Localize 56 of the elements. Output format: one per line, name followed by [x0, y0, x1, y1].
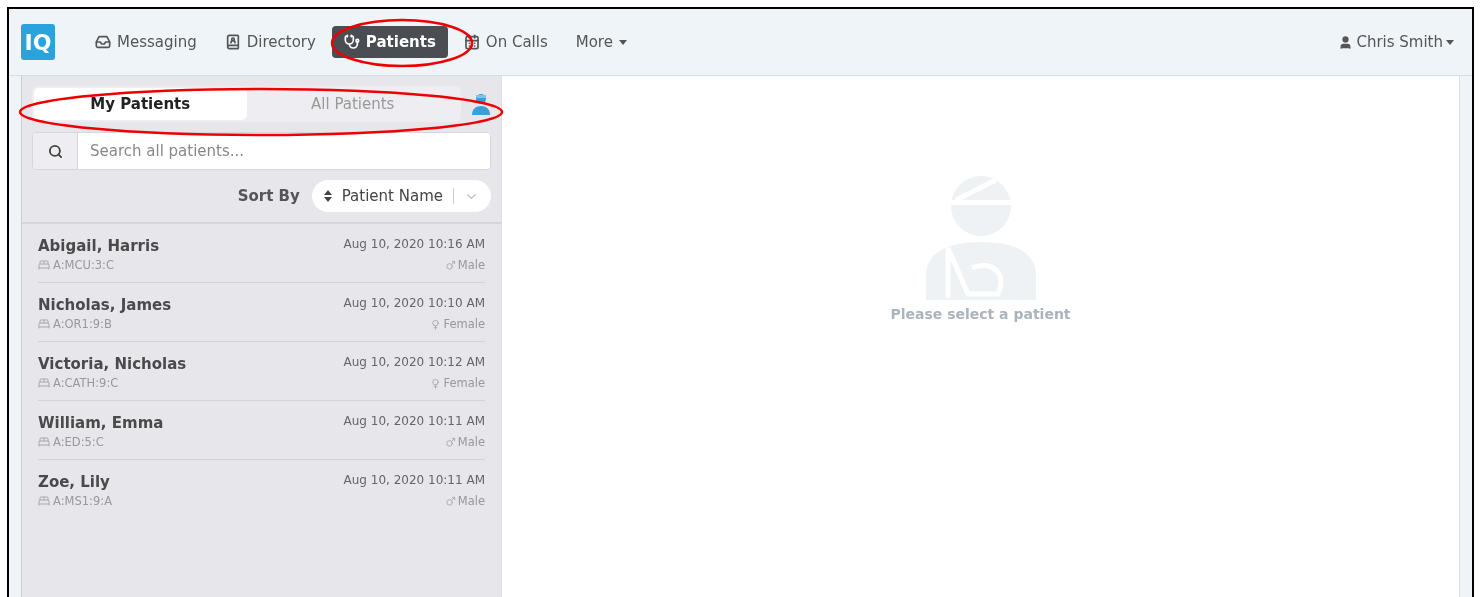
patient-name: Abigail, Harris [38, 237, 161, 255]
patient-row[interactable]: William, Emma Aug 10, 2020 10:11 AM A:ED:5:C Male [38, 401, 485, 460]
nav-tab[interactable]: On Calls [451, 26, 560, 58]
patient-row[interactable]: Nicholas, James Aug 10, 2020 10:10 AM A:OR1:9:B Female [38, 283, 485, 342]
admit-time: Aug 10, 2020 10:12 AM [343, 355, 485, 371]
inbox-icon [95, 34, 111, 50]
female-icon [430, 377, 442, 389]
nav-tab[interactable]: Directory [212, 26, 328, 58]
search-field[interactable]: Search all patients... [32, 132, 491, 170]
bed-location: A:CATH:9:C [53, 376, 119, 390]
patient-name: William, Emma [38, 414, 165, 432]
bed-icon [38, 436, 50, 448]
calendar-icon [463, 34, 480, 50]
patient-sex: Female [443, 376, 485, 390]
nav-tab[interactable]: More [563, 26, 639, 58]
male-icon [444, 436, 456, 448]
bed-location: A:ED:5:C [53, 435, 104, 449]
female-icon [430, 318, 442, 330]
patient-sex: Male [457, 258, 485, 272]
male-icon [444, 259, 456, 271]
user-icon [1338, 34, 1354, 50]
bed-location: A:MCU:3:C [53, 258, 114, 272]
patient-row[interactable]: Abigail, Harris Aug 10, 2020 10:16 AM A:MCU:3:C Male [38, 224, 485, 283]
bed-location: A:OR1:9:B [53, 317, 112, 331]
bed-icon [38, 318, 50, 330]
male-icon [444, 495, 456, 507]
address-book-icon [224, 34, 241, 50]
caret-icon [1446, 39, 1454, 45]
doctor-icon[interactable] [471, 93, 491, 115]
empty-message: Please select a patient [890, 306, 1071, 322]
bed-location: A:MS1:9:A [53, 494, 112, 508]
stethoscope-icon [343, 34, 360, 50]
admit-time: Aug 10, 2020 10:10 AM [343, 296, 485, 312]
patient-name: Zoe, Lily [38, 473, 111, 491]
sort-label: Sort By [237, 187, 300, 205]
admit-time: Aug 10, 2020 10:16 AM [343, 237, 485, 253]
patient-sex: Male [457, 494, 485, 508]
admit-time: Aug 10, 2020 10:11 AM [343, 473, 485, 489]
patient-row[interactable]: Victoria, Nicholas Aug 10, 2020 10:12 AM A:CATH:9:C Female [38, 342, 485, 401]
user-menu[interactable]: Chris Smith [1332, 32, 1460, 52]
sort-dropdown[interactable]: Patient Name [311, 180, 491, 212]
bed-icon [38, 377, 50, 389]
bed-icon [38, 259, 50, 271]
patient-row[interactable]: Zoe, Lily Aug 10, 2020 10:11 AM A:MS1:9:A Male [38, 460, 485, 518]
nav-tab[interactable]: Messaging [83, 26, 209, 58]
patient-name: Victoria, Nicholas [38, 355, 188, 373]
patients-tab[interactable]: My Patients [34, 88, 247, 120]
sort-icon [323, 190, 332, 202]
caret-icon [618, 39, 627, 45]
patient-name: Nicholas, James [38, 296, 173, 314]
admit-time: Aug 10, 2020 10:11 AM [343, 414, 485, 430]
patient-sex: Female [443, 317, 485, 331]
nav-tab[interactable]: Patients [331, 26, 448, 58]
bed-icon [38, 495, 50, 507]
patient-sex: Male [457, 435, 485, 449]
search-icon [47, 143, 63, 159]
